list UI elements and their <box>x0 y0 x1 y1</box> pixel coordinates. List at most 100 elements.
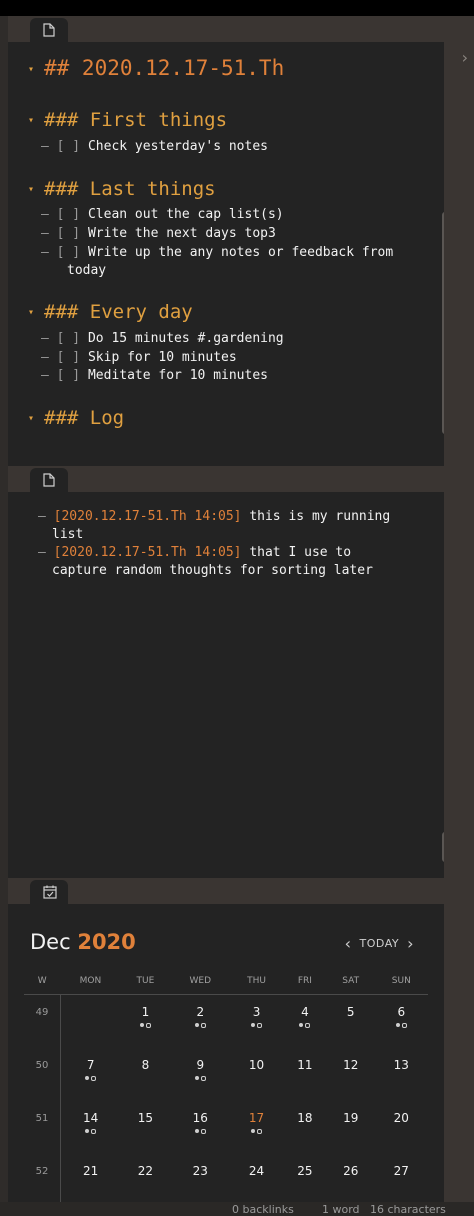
week-number[interactable]: 50 <box>24 1048 61 1101</box>
calendar-tab[interactable] <box>30 880 68 904</box>
calendar-day[interactable]: 12 <box>327 1048 375 1101</box>
task-item[interactable]: – [ ] Do 15 minutes #.gardening <box>41 330 411 348</box>
note-dots <box>121 1129 169 1135</box>
note-scrollbar[interactable] <box>442 212 444 434</box>
calendar-day[interactable]: 19 <box>327 1101 375 1154</box>
today-button[interactable]: TODAY <box>360 937 400 950</box>
weekday-header: SUN <box>374 968 428 995</box>
note-dots <box>121 1076 169 1082</box>
chevron-right-icon[interactable]: › <box>462 48 468 67</box>
calendar-day[interactable]: 17 <box>230 1101 283 1154</box>
calendar-day[interactable]: 6 <box>375 995 428 1049</box>
calendar-day[interactable]: 1 <box>120 995 170 1049</box>
checkbox[interactable]: [ ] <box>57 368 80 383</box>
day-number: 17 <box>248 1111 265 1125</box>
note-dot-filled-icon <box>395 1023 400 1027</box>
week-number[interactable]: 52 <box>24 1154 61 1202</box>
calendar-day[interactable]: 22 <box>120 1154 170 1202</box>
fold-triangle-icon[interactable]: ▾ <box>28 307 44 318</box>
task-item[interactable]: – [ ] Meditate for 10 minutes <box>41 367 411 385</box>
heading-every-day: ▾ ### Every day <box>28 301 193 323</box>
day-number: 15 <box>137 1111 154 1125</box>
fold-triangle-icon[interactable]: ▾ <box>28 184 44 195</box>
note-dots <box>376 1076 427 1082</box>
log-pane-header <box>8 466 444 492</box>
task-dot-hollow-icon <box>305 1023 311 1028</box>
day-number: 14 <box>83 1111 99 1125</box>
day-number: 23 <box>192 1164 208 1178</box>
calendar-day[interactable]: 15 <box>120 1101 170 1154</box>
right-sidebar-edge <box>444 16 474 1202</box>
calendar-day[interactable]: 23 <box>170 1154 230 1202</box>
calendar-day[interactable]: 14 <box>61 1101 121 1154</box>
calendar-day[interactable]: 8 <box>120 1048 170 1101</box>
backlinks-count[interactable]: 0 backlinks <box>232 1203 294 1216</box>
task-item[interactable]: – [ ] Write the next days top3 <box>41 225 411 243</box>
checkbox[interactable]: [ ] <box>57 226 80 241</box>
heading-last-things: ▾ ### Last things <box>28 178 216 200</box>
calendar-day[interactable]: 2 <box>170 995 230 1049</box>
checkbox[interactable]: [ ] <box>57 331 80 346</box>
calendar-day[interactable]: 7 <box>61 1048 121 1101</box>
task-item[interactable]: – [ ] Check yesterday's notes <box>41 138 411 156</box>
weekday-header: MON <box>60 968 121 995</box>
note-editor[interactable]: ▾ ## 2020.12.17-51.Th ▾ ### First things –… <box>8 42 444 466</box>
task-dot-hollow-icon <box>257 1023 263 1028</box>
calendar-day[interactable]: 3 <box>230 995 283 1049</box>
weekday-header: FRI <box>283 968 327 995</box>
checkbox[interactable]: [ ] <box>57 245 80 260</box>
week-number[interactable]: 51 <box>24 1101 61 1154</box>
note-dot-filled-icon <box>85 1076 90 1080</box>
log-editor[interactable]: – [2020.12.17-51.Th 14:05] this is my ru… <box>8 492 444 878</box>
day-number: 26 <box>343 1164 359 1178</box>
heading-log: ▾ ### Log <box>28 407 125 429</box>
note-dot-filled-icon <box>194 1023 199 1027</box>
day-number: 3 <box>252 1005 261 1019</box>
calendar-day[interactable]: 16 <box>170 1101 230 1154</box>
chevron-right-icon[interactable]: › <box>407 934 414 953</box>
log-entry[interactable]: – [2020.12.17-51.Th 14:05] this is my ru… <box>38 508 408 544</box>
calendar-day[interactable]: 27 <box>375 1154 428 1202</box>
chevron-left-icon[interactable]: ‹ <box>345 934 352 953</box>
note-dots <box>171 1182 229 1188</box>
calendar-day[interactable]: 24 <box>230 1154 283 1202</box>
log-tab[interactable] <box>30 468 68 492</box>
note-pane-header <box>8 16 444 42</box>
checkbox[interactable]: [ ] <box>57 207 80 222</box>
fold-triangle-icon[interactable]: ▾ <box>28 413 44 424</box>
calendar-day[interactable]: 25 <box>283 1154 327 1202</box>
fold-triangle-icon[interactable]: ▾ <box>28 115 44 126</box>
day-number: 4 <box>301 1005 309 1019</box>
calendar-empty-cell <box>61 995 121 1049</box>
calendar-day[interactable]: 4 <box>283 995 327 1049</box>
calendar-day[interactable]: 18 <box>283 1101 327 1154</box>
checkbox[interactable]: [ ] <box>57 350 80 365</box>
checkbox[interactable]: [ ] <box>57 139 80 154</box>
calendar-day[interactable]: 20 <box>375 1101 428 1154</box>
task-dot-hollow-icon <box>145 1023 151 1028</box>
calendar-day[interactable]: 9 <box>170 1048 230 1101</box>
task-item[interactable]: – [ ] Write up the any notes or feedback… <box>41 244 411 280</box>
day-number: 11 <box>297 1058 313 1072</box>
log-entry[interactable]: – [2020.12.17-51.Th 14:05] that I use to… <box>38 544 408 580</box>
calendar-day[interactable]: 13 <box>375 1048 428 1101</box>
task-item[interactable]: – [ ] Clean out the cap list(s) <box>41 206 411 224</box>
task-item[interactable]: – [ ] Skip for 10 minutes <box>41 349 411 367</box>
note-dots <box>231 1182 282 1188</box>
note-dots <box>328 1129 374 1135</box>
log-scrollbar[interactable] <box>442 832 444 862</box>
fold-triangle-icon[interactable]: ▾ <box>28 64 44 75</box>
calendar-day[interactable]: 10 <box>230 1048 283 1101</box>
note-dots <box>376 1129 427 1135</box>
note-dot-filled-icon <box>139 1023 144 1027</box>
calendar-day[interactable]: 5 <box>327 995 375 1049</box>
calendar-day[interactable]: 11 <box>283 1048 327 1101</box>
calendar-day[interactable]: 21 <box>61 1154 121 1202</box>
day-number: 18 <box>297 1111 313 1125</box>
day-number: 22 <box>137 1164 154 1178</box>
day-number: 9 <box>196 1058 205 1072</box>
note-tab[interactable] <box>30 18 68 42</box>
week-number[interactable]: 49 <box>24 994 61 1048</box>
calendar-day[interactable]: 26 <box>327 1154 375 1202</box>
day-number: 8 <box>141 1058 150 1072</box>
